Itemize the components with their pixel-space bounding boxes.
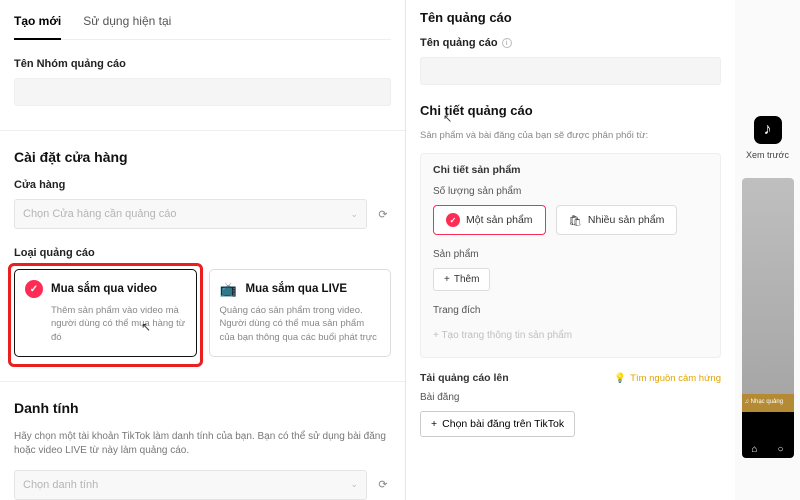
ad-details-sub: Sản phẩm và bài đăng của bạn sẽ được phâ… (420, 130, 721, 141)
cursor-icon: ↖ (141, 320, 151, 334)
divider (0, 381, 405, 382)
left-panel: Tạo mới Sử dụng hiện tại Tên Nhóm quảng … (0, 0, 405, 500)
post-label: Bài đăng (420, 392, 721, 403)
cursor-icon: ↖ (443, 112, 452, 125)
right-main: Tên quảng cáo Tên quảng cáo i Chi tiết q… (406, 0, 735, 500)
ad-details-title: Chi tiết quảng cáo (420, 103, 721, 118)
preview-label: Xem trước (746, 150, 789, 160)
preview-sidebar: ♪ Xem trước ♫ Nhạc quảng ⌂ ○ (735, 0, 800, 500)
search-icon: ○ (776, 444, 786, 454)
right-panel: Tên quảng cáo Tên quảng cáo i Chi tiết q… (405, 0, 800, 500)
tiktok-logo-icon: ♪ (754, 116, 782, 144)
plus-icon: + (444, 274, 450, 285)
option-video-desc: Thêm sản phẩm vào video mà người dùng có… (25, 304, 186, 344)
chip-single-label: Một sản phẩm (466, 214, 533, 226)
ad-type-label: Loại quảng cáo (14, 247, 391, 259)
option-live-desc: Quảng cáo sản phẩm trong video. Người dù… (220, 304, 381, 344)
identity-select-placeholder: Chọn danh tính (23, 479, 98, 491)
tab-create[interactable]: Tạo mới (14, 8, 61, 40)
shop-select[interactable]: Chọn Cửa hàng cần quảng cáo ⌄ (14, 199, 367, 229)
check-icon (446, 213, 460, 227)
ad-group-name-input[interactable] (14, 78, 391, 106)
live-icon: 📺 (220, 280, 238, 298)
ad-name-label: Tên quảng cáo i (420, 37, 721, 49)
ad-group-name-section: Tên Nhóm quảng cáo (14, 58, 391, 106)
product-card: Chi tiết sản phẩm Số lượng sản phẩm Một … (420, 153, 721, 358)
add-product-button[interactable]: + Thêm (433, 268, 490, 291)
add-button-label: Thêm (454, 274, 480, 285)
shop-settings-title: Cài đặt cửa hàng (14, 149, 391, 165)
ad-name-title: Tên quảng cáo (420, 10, 721, 25)
identity-desc: Hãy chọn một tài khoản TikTok làm danh t… (14, 430, 391, 458)
shop-select-placeholder: Chọn Cửa hàng cần quảng cáo (23, 208, 177, 220)
chip-multi-label: Nhiều sản phẩm (588, 214, 664, 226)
refresh-icon[interactable]: ⟳ (375, 477, 391, 493)
option-live-title: Mua sắm qua LIVE (246, 283, 348, 295)
choose-post-button[interactable]: + Chọn bài đăng trên TikTok (420, 411, 575, 437)
chip-single-product[interactable]: Một sản phẩm (433, 205, 546, 235)
ad-name-input[interactable] (420, 57, 721, 85)
option-video-title: Mua sắm qua video (51, 283, 157, 295)
divider (0, 130, 405, 131)
tabs: Tạo mới Sử dụng hiện tại (14, 8, 391, 40)
identity-section: Danh tính Hãy chọn một tài khoản TikTok … (14, 400, 391, 500)
choose-post-label: Chọn bài đăng trên TikTok (442, 418, 564, 430)
inspiration-link[interactable]: 💡 Tìm nguồn cảm hứng (614, 373, 721, 384)
check-icon (25, 280, 43, 298)
bulb-icon: 💡 (614, 373, 626, 384)
phone-preview: ♫ Nhạc quảng ⌂ ○ (742, 178, 794, 458)
landing-disabled: + Tạo trang thông tin sản phẩm (433, 324, 708, 347)
bag-icon: 🛍 (569, 214, 582, 227)
tab-existing[interactable]: Sử dụng hiện tại (83, 8, 171, 39)
shop-settings-section: Cài đặt cửa hàng Cửa hàng Chọn Cửa hàng … (14, 149, 391, 357)
upload-label: Tải quảng cáo lên (420, 372, 509, 384)
landing-label: Trang đích (433, 305, 708, 316)
ad-group-name-label: Tên Nhóm quảng cáo (14, 58, 391, 70)
chevron-down-icon: ⌄ (350, 479, 358, 490)
shop-label: Cửa hàng (14, 179, 391, 191)
product-label: Sản phẩm (433, 249, 708, 260)
chevron-down-icon: ⌄ (350, 209, 358, 220)
refresh-icon[interactable]: ⟳ (375, 206, 391, 222)
phone-audio-bar: ♫ Nhạc quảng (742, 394, 794, 412)
product-qty-label: Số lượng sản phẩm (433, 186, 708, 197)
option-live-shopping[interactable]: 📺 Mua sắm qua LIVE Quảng cáo sản phẩm tr… (209, 269, 392, 357)
info-icon: i (502, 38, 512, 48)
identity-title: Danh tính (14, 400, 391, 416)
option-video-shopping[interactable]: Mua sắm qua video Thêm sản phẩm vào vide… (14, 269, 197, 357)
ad-type-options: Mua sắm qua video Thêm sản phẩm vào vide… (14, 269, 391, 357)
chip-multi-product[interactable]: 🛍 Nhiều sản phẩm (556, 205, 678, 235)
plus-icon: + (431, 418, 437, 430)
phone-nav: ⌂ ○ (742, 412, 794, 458)
home-icon: ⌂ (750, 444, 760, 454)
product-details-header: Chi tiết sản phẩm (433, 164, 708, 176)
identity-select[interactable]: Chọn danh tính ⌄ (14, 470, 367, 500)
phone-audio-text: ♫ Nhạc quảng (742, 399, 784, 405)
